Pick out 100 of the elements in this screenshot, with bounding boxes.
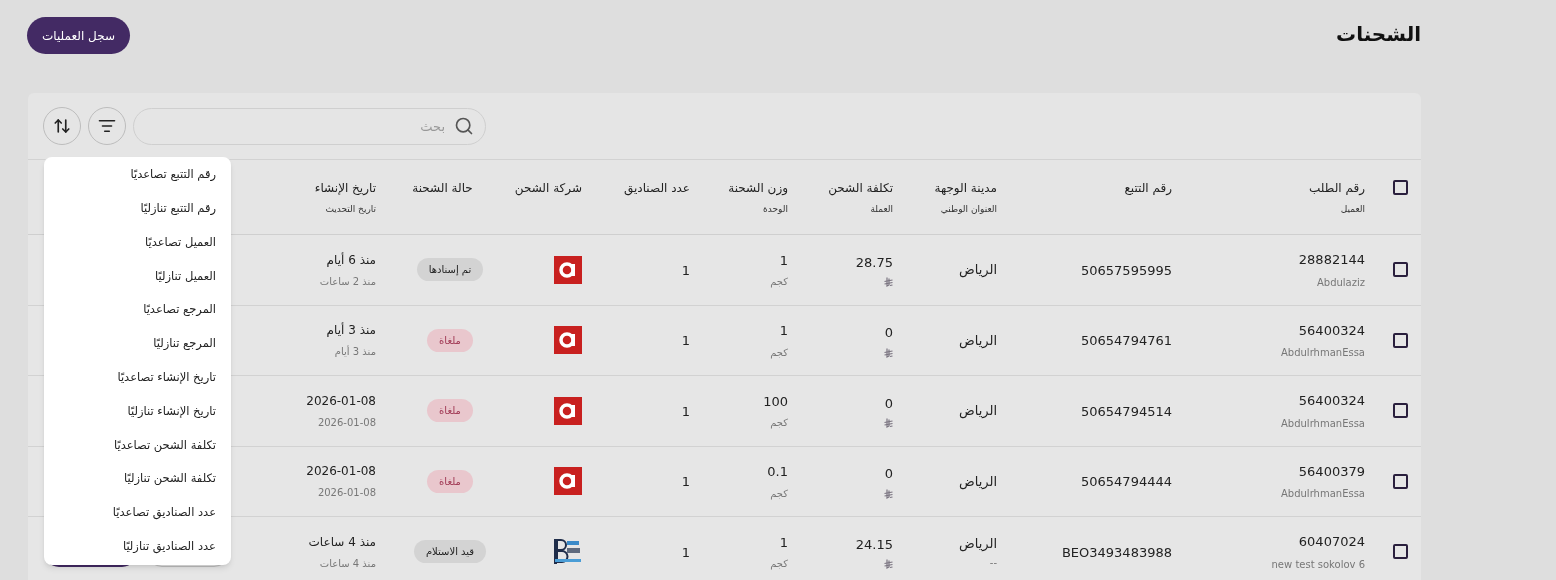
checkbox[interactable]	[1393, 403, 1408, 419]
city: الرياض	[958, 472, 997, 491]
created-date: 2026-01-08	[306, 392, 376, 410]
filter-icon	[98, 117, 116, 135]
box-count: 1	[681, 474, 690, 490]
carrier-logo	[554, 467, 582, 496]
created-date: منذ 4 ساعات	[308, 533, 376, 551]
sort-menu-item[interactable]: تاريخ الإنشاء تصاعديًا	[44, 360, 231, 395]
carrier-logo	[554, 326, 582, 355]
status-badge: ملغاة	[427, 399, 473, 423]
sort-menu-item[interactable]: عدد الصناديق تصاعديًا	[44, 495, 231, 530]
search-icon	[454, 115, 474, 136]
page-title: الشحنات	[1336, 21, 1421, 48]
sort-menu-item[interactable]: رقم التتبع تصاعديًا	[44, 158, 231, 192]
sort-menu-item[interactable]: العميل تصاعديًا	[44, 225, 231, 260]
riyal-icon	[884, 347, 893, 358]
column-header: تاريخ الإنشاء	[314, 180, 376, 197]
shipment-weight: 100	[763, 392, 788, 411]
column-header: رقم التتبع	[1124, 180, 1172, 197]
customer-name: AbdulrhmanEssa	[1281, 346, 1365, 360]
log-button[interactable]: سجل العمليات	[27, 17, 130, 54]
status-badge: تم إسنادها	[416, 258, 484, 282]
city: الرياض	[958, 534, 997, 553]
riyal-icon	[884, 418, 893, 428]
customer-name: AbdulrhmanEssa	[1281, 416, 1365, 431]
weight-unit: كجم	[770, 416, 788, 430]
shipping-cost: 0	[884, 324, 893, 342]
shipment-weight: 0.1	[767, 463, 788, 481]
riyal-icon	[884, 488, 893, 499]
column-subheader: الوحدة	[763, 203, 788, 216]
sort-menu-item[interactable]: تكلفة الشحن تصاعديًا	[44, 428, 231, 463]
box-count: 1	[681, 333, 690, 349]
weight-unit: كجم	[770, 486, 788, 501]
shipping-cost: 0	[884, 394, 893, 413]
created-date: منذ 3 أيام	[326, 321, 376, 340]
column-subheader: العنوان الوطني	[940, 203, 997, 216]
status-badge: قيد الاستلام	[413, 540, 487, 564]
shipping-cost: 28.75	[855, 253, 893, 272]
customer-name: new test sokolov 6	[1271, 557, 1365, 572]
sort-menu-item[interactable]: عدد الصناديق تنازليًا	[44, 529, 231, 564]
box-count: 1	[681, 544, 690, 560]
sort-menu-item[interactable]: المرجع تنازليًا	[44, 327, 231, 361]
column-subheader: تاريخ التحديث	[325, 203, 376, 216]
weight-unit: كجم	[770, 557, 788, 571]
sort-menu-item[interactable]: تكلفة الشحن تنازليًا	[44, 462, 231, 496]
customer-name: AbdulrhmanEssa	[1281, 487, 1365, 501]
tracking-number: 50654794514	[1081, 403, 1172, 419]
order-number: 56400324	[1298, 321, 1365, 340]
checkbox[interactable]	[1393, 332, 1408, 348]
national-address: --	[989, 556, 997, 570]
box-count: 1	[681, 262, 690, 278]
sort-menu-item[interactable]: العميل تنازليًا	[44, 259, 231, 294]
sort-menu-item[interactable]: رقم التتبع تنازليًا	[44, 191, 231, 226]
box-count: 1	[681, 403, 690, 419]
status-badge: ملغاة	[427, 328, 473, 352]
checkbox[interactable]	[1393, 473, 1408, 489]
column-header: رقم الطلب	[1309, 180, 1365, 197]
column-header: حالة الشحنة	[412, 180, 473, 197]
column-header: وزن الشحنة	[728, 180, 788, 197]
checkbox[interactable]	[1393, 180, 1408, 195]
order-number: 28882144	[1298, 251, 1365, 269]
sort-menu-item[interactable]: المرجع تصاعديًا	[44, 293, 231, 327]
tracking-number: BEO3493483988	[1061, 544, 1172, 560]
riyal-icon	[884, 559, 893, 569]
column-subheader: العميل	[1340, 203, 1365, 216]
riyal-icon	[884, 277, 893, 287]
order-number: 60407024	[1298, 533, 1365, 551]
order-number: 56400324	[1298, 392, 1365, 410]
carrier-logo	[554, 537, 582, 566]
sort-menu-item[interactable]: تاريخ الإنشاء تنازليًا	[44, 394, 231, 429]
customer-name: Abdulaziz	[1316, 275, 1365, 290]
shipment-weight: 1	[779, 322, 788, 340]
city: الرياض	[958, 331, 997, 350]
carrier-logo	[554, 396, 582, 425]
created-date: 2026-01-08	[306, 463, 376, 481]
shipment-weight: 1	[779, 533, 788, 552]
weight-unit: كجم	[770, 345, 788, 360]
updated-date: منذ 2 ساعات	[319, 274, 376, 289]
search-field[interactable]: بحث	[133, 107, 486, 145]
order-number: 56400379	[1298, 462, 1365, 481]
sort-icon	[53, 117, 71, 135]
status-badge: ملغاة	[427, 469, 473, 493]
city: الرياض	[958, 261, 997, 280]
shipment-weight: 1	[779, 251, 788, 270]
created-date: منذ 6 أيام	[326, 251, 376, 269]
shipping-cost: 0	[884, 465, 893, 483]
carrier-logo	[554, 255, 582, 284]
updated-date: 2026-01-08	[317, 486, 376, 501]
checkbox[interactable]	[1393, 262, 1408, 278]
updated-date: 2026-01-08	[317, 415, 376, 430]
weight-unit: كجم	[770, 275, 788, 289]
column-header: تكلفة الشحن	[828, 180, 893, 197]
checkbox[interactable]	[1393, 544, 1408, 560]
shipping-cost: 24.15	[855, 535, 893, 554]
city: الرياض	[958, 402, 997, 421]
column-header: عدد الصناديق	[624, 180, 690, 197]
tracking-number: 50657595995	[1081, 262, 1172, 278]
column-header: شركة الشحن	[514, 180, 582, 197]
tracking-number: 50654794761	[1081, 333, 1172, 349]
updated-date: منذ 3 أيام	[334, 344, 376, 360]
